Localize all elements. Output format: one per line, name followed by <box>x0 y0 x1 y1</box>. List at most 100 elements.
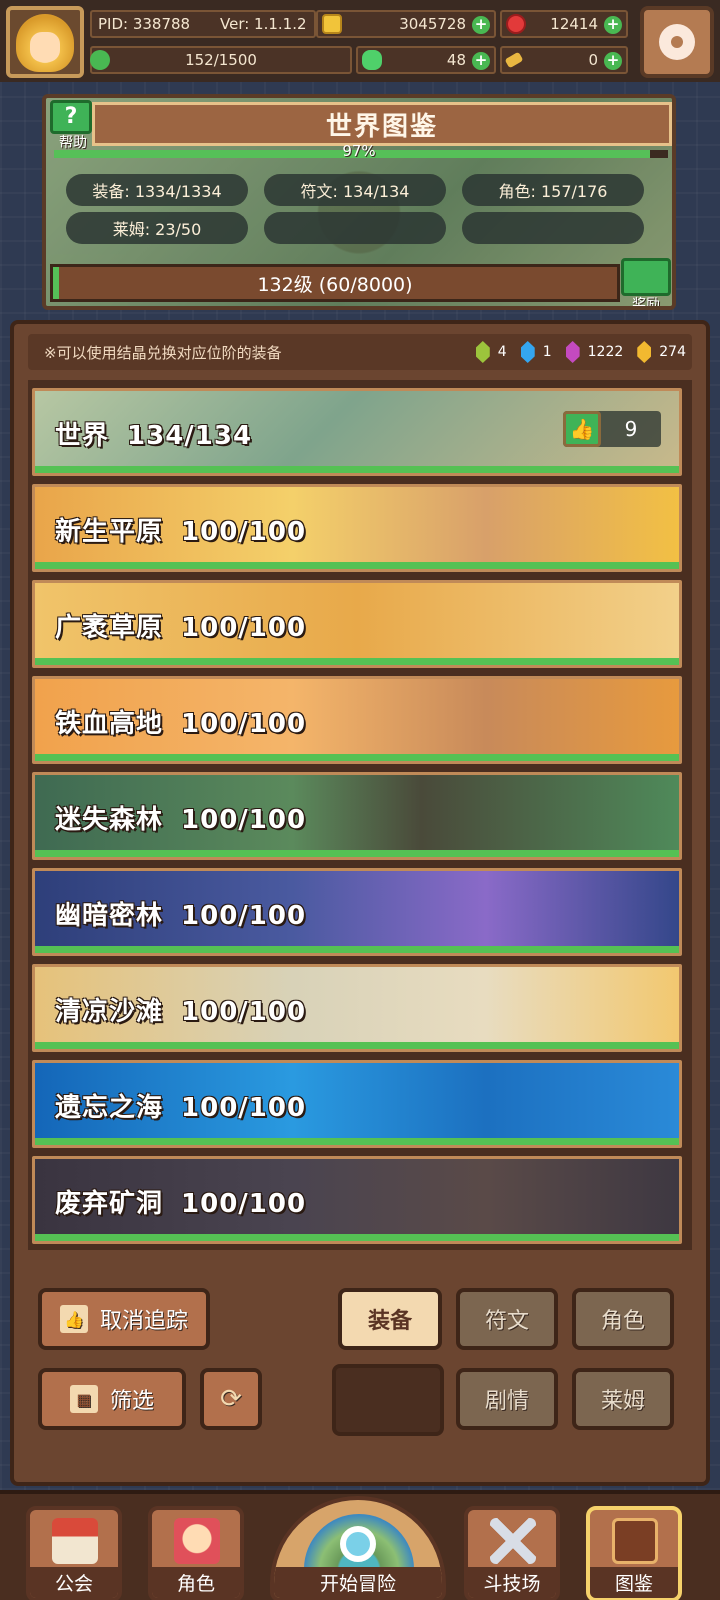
blue-crystal-count: 1 <box>520 341 552 363</box>
clover-amount: 48 <box>446 51 466 69</box>
region-complete-bar <box>35 1234 679 1241</box>
region-count: 100/100 <box>181 805 307 835</box>
codex-level-text: 132级 (60/8000) <box>257 273 413 296</box>
encyclopedia-title: 世界图鉴 <box>92 102 672 146</box>
region-label: 世界 134/134 <box>55 415 252 452</box>
region-name: 广袤草原 <box>55 613 164 643</box>
nav-guild-label: 公会 <box>30 1567 118 1598</box>
region-newborn-plains[interactable]: 新生平原 100/100 <box>32 484 682 572</box>
gold-crystal-icon <box>637 341 652 363</box>
add-gold-button[interactable]: + <box>472 16 490 34</box>
tab-slime[interactable]: 莱姆 <box>572 1368 674 1430</box>
region-vast-grassland[interactable]: 广袤草原 100/100 <box>32 580 682 668</box>
region-label: 幽暗密林 100/100 <box>55 895 306 932</box>
region-world[interactable]: 世界 134/134 👍 9 <box>32 388 682 476</box>
ruby-icon <box>506 14 526 34</box>
nav-character-label: 角色 <box>152 1567 240 1598</box>
tab-story[interactable]: 剧情 <box>456 1368 558 1430</box>
add-key-button[interactable]: + <box>604 52 622 70</box>
category-equipment-count: 装备: 1334/1334 <box>66 174 248 206</box>
region-name: 幽暗密林 <box>55 901 164 931</box>
crossed-swords-icon <box>490 1518 536 1564</box>
nav-arena[interactable]: 斗技场 <box>464 1506 560 1600</box>
region-name: 新生平原 <box>55 517 164 547</box>
encyclopedia-card: ? 帮助 世界图鉴 97% 装备: 1334/1334 符文: 134/134 … <box>42 94 676 310</box>
region-label: 广袤草原 100/100 <box>55 607 306 644</box>
category-slime-count: 莱姆: 23/50 <box>66 212 248 244</box>
nav-guild[interactable]: 公会 <box>26 1506 122 1600</box>
thumbs-up-icon: 👍 <box>563 411 601 447</box>
crystal-notice: ※可以使用结晶兑换对应位阶的装备 4 1 1222 274 <box>28 334 692 370</box>
player-avatar[interactable] <box>6 6 84 78</box>
top-bar: PID: 338788 Ver: 1.1.1.2 3045728 + 12414… <box>0 0 720 82</box>
region-list[interactable]: 世界 134/134 👍 9 新生平原 100/100 广袤草原 100/100 铁血… <box>28 380 692 1250</box>
tab-characters[interactable]: 角色 <box>572 1288 674 1350</box>
key-icon <box>504 51 524 69</box>
region-name: 迷失森林 <box>55 805 164 835</box>
reward-button[interactable]: 奖励 <box>618 258 672 310</box>
green-crystal-count: 4 <box>475 341 507 363</box>
region-complete-bar <box>35 1042 679 1049</box>
question-icon: ? <box>50 100 92 134</box>
nav-codex[interactable]: 图鉴 <box>586 1506 682 1600</box>
guild-building-icon <box>52 1518 98 1564</box>
version-row: Ver: 1.1.1.2 <box>220 10 316 38</box>
region-complete-bar <box>35 754 679 761</box>
region-name: 清凉沙滩 <box>55 997 164 1027</box>
thumbs-up-icon: 👍 <box>59 1305 88 1333</box>
coin-icon <box>322 14 342 34</box>
gold-row: 3045728 + <box>316 10 496 38</box>
like-counter[interactable]: 👍 9 <box>563 411 661 447</box>
clover-row: 48 + <box>356 46 496 74</box>
nav-codex-label: 图鉴 <box>590 1567 678 1598</box>
region-count: 100/100 <box>181 901 307 931</box>
gold-amount: 3045728 <box>399 15 466 33</box>
version-text: Ver: 1.1.1.2 <box>220 15 307 33</box>
nav-character[interactable]: 角色 <box>148 1506 244 1600</box>
gem-row: 12414 + <box>500 10 628 38</box>
green-crystal-icon <box>475 341 490 363</box>
region-label: 废弃矿洞 100/100 <box>55 1183 306 1220</box>
region-dark-woods[interactable]: 幽暗密林 100/100 <box>32 868 682 956</box>
exp-text: 152/1500 <box>185 51 257 69</box>
key-amount: 0 <box>588 51 598 69</box>
avatar-face <box>30 32 60 62</box>
region-abandoned-mine[interactable]: 废弃矿洞 100/100 <box>32 1156 682 1244</box>
key-row: 0 + <box>500 46 628 74</box>
category-empty-slot <box>264 212 446 244</box>
settings-button[interactable] <box>640 6 714 78</box>
tab-runes[interactable]: 符文 <box>456 1288 558 1350</box>
region-label: 遗忘之海 100/100 <box>55 1087 306 1124</box>
magnifier-icon <box>340 1526 376 1562</box>
help-button[interactable]: ? 帮助 <box>50 100 96 151</box>
level-progress-fill <box>53 267 59 299</box>
refresh-icon: ⟳ <box>220 1384 242 1414</box>
region-name: 遗忘之海 <box>55 1093 164 1123</box>
region-count: 100/100 <box>181 613 307 643</box>
grid-icon: ▦ <box>69 1385 98 1413</box>
exp-row: 152/1500 <box>90 46 352 74</box>
filter-label: 筛选 <box>109 1389 154 1414</box>
region-complete-bar <box>35 1138 679 1145</box>
filter-button[interactable]: ▦ 筛选 <box>38 1368 186 1430</box>
region-forgotten-sea[interactable]: 遗忘之海 100/100 <box>32 1060 682 1148</box>
region-cool-beach[interactable]: 清凉沙滩 100/100 <box>32 964 682 1052</box>
untrack-button[interactable]: 👍 取消追踪 <box>38 1288 210 1350</box>
region-name: 铁血高地 <box>55 709 164 739</box>
region-list-panel: ※可以使用结晶兑换对应位阶的装备 4 1 1222 274 世界 134/134 <box>10 320 710 1486</box>
nav-start-adventure[interactable]: 开始冒险 <box>270 1496 446 1600</box>
chest-icon <box>621 258 671 296</box>
blue-crystal-amount: 1 <box>542 344 552 360</box>
refresh-button[interactable]: ⟳ <box>200 1368 262 1430</box>
add-gem-button[interactable]: + <box>604 16 622 34</box>
region-complete-bar <box>35 850 679 857</box>
purple-crystal-icon <box>565 341 580 363</box>
character-portrait-icon <box>174 1518 220 1564</box>
reward-label: 奖励 <box>632 297 660 310</box>
add-clover-button[interactable]: + <box>472 52 490 70</box>
purple-crystal-count: 1222 <box>565 341 623 363</box>
tab-equipment[interactable]: 装备 <box>338 1288 442 1350</box>
region-iron-highland[interactable]: 铁血高地 100/100 <box>32 676 682 764</box>
region-lost-forest[interactable]: 迷失森林 100/100 <box>32 772 682 860</box>
empty-tab-slot <box>332 1364 444 1436</box>
